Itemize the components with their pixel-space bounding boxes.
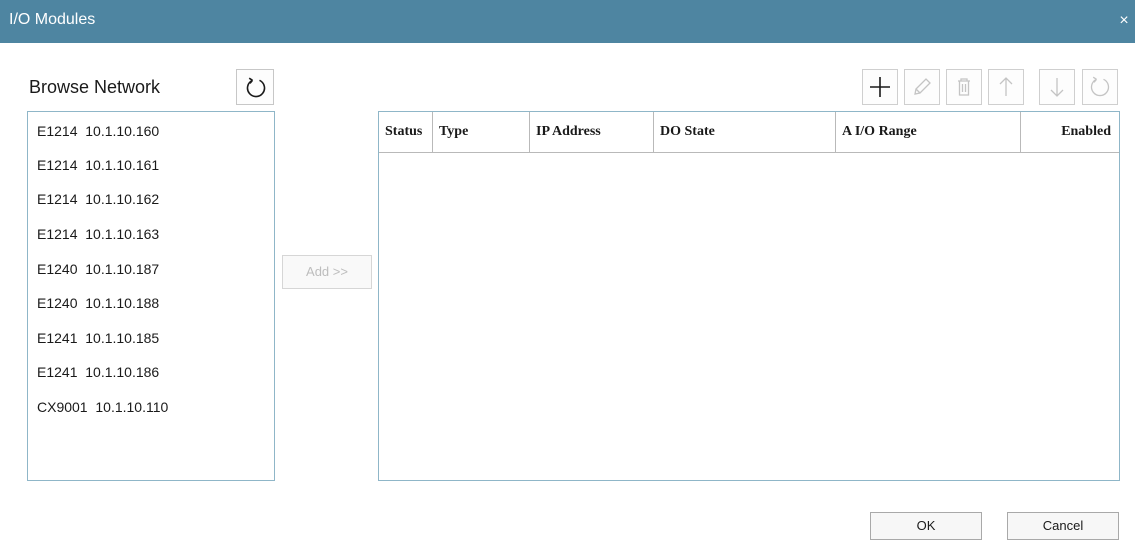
delete-module-button[interactable] [946,69,982,105]
browse-network-label: Browse Network [29,77,161,97]
list-item[interactable]: E1241 10.1.10.186 [37,364,159,384]
add-module-button[interactable] [862,69,898,105]
move-up-button[interactable] [988,69,1024,105]
move-down-button[interactable] [1039,69,1075,105]
column-header-ip-address[interactable]: IP Address [530,112,654,152]
list-item[interactable]: E1240 10.1.10.187 [37,261,159,281]
list-item[interactable]: E1214 10.1.10.162 [37,191,159,211]
arrow-up-icon [999,77,1013,96]
trash-icon [958,78,970,96]
window-title: I/O Modules [9,11,96,28]
refresh-icon [246,77,266,98]
title-bar: I/O Modules × [0,0,1135,43]
browse-refresh-button[interactable] [236,69,274,105]
close-icon[interactable]: × [1113,8,1135,34]
add-to-modules-button[interactable]: Add >> [282,255,372,289]
browse-network-list[interactable]: E1214 10.1.10.160 E1214 10.1.10.161 E121… [27,111,275,481]
pencil-icon [914,78,931,95]
refresh-modules-button[interactable] [1082,69,1118,105]
ok-button[interactable]: OK [870,512,982,540]
edit-module-button[interactable] [904,69,940,105]
table-header: Status Type IP Address DO State A I/O Ra… [379,112,1119,153]
column-header-aio-range[interactable]: A I/O Range [836,112,1021,152]
list-item[interactable]: E1214 10.1.10.161 [37,157,159,177]
column-header-type[interactable]: Type [433,112,530,152]
column-header-enabled[interactable]: Enabled [1021,112,1119,152]
list-item[interactable]: E1241 10.1.10.185 [37,330,159,350]
list-item[interactable]: E1214 10.1.10.163 [37,226,159,246]
list-item[interactable]: E1214 10.1.10.160 [37,123,159,143]
plus-icon [870,77,890,97]
modules-table[interactable]: Status Type IP Address DO State A I/O Ra… [378,111,1120,481]
arrow-down-icon [1050,78,1064,97]
list-item[interactable]: E1240 10.1.10.188 [37,295,159,315]
cancel-button[interactable]: Cancel [1007,512,1119,540]
column-header-do-state[interactable]: DO State [654,112,836,152]
column-header-status[interactable]: Status [379,112,433,152]
refresh-icon [1090,76,1110,97]
list-item[interactable]: CX9001 10.1.10.110 [37,399,168,419]
io-modules-dialog: I/O Modules × Browse Network E1214 10.1.… [0,0,1135,552]
